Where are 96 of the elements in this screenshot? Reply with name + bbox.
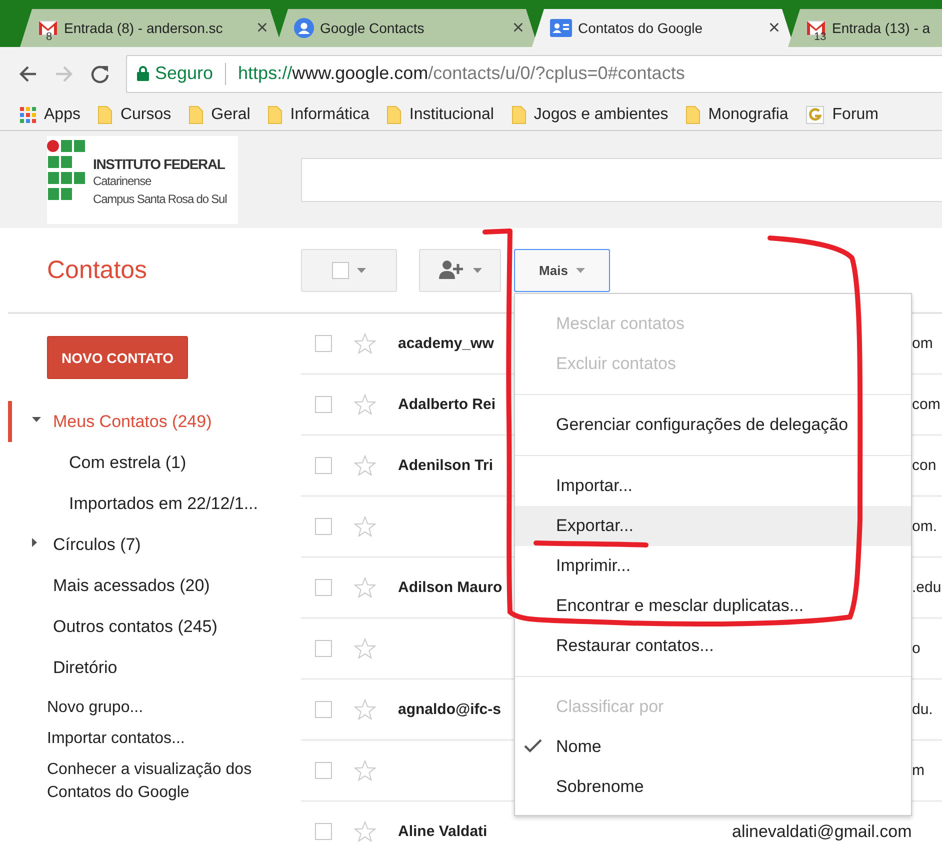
contact-name: academy_ww [398, 335, 494, 352]
sidebar-item[interactable]: Meus Contatos (249) [8, 401, 300, 442]
url-text: https://www.google.com/contacts/u/0/?cplus=0#contacts [238, 63, 685, 84]
folder-icon [686, 106, 700, 124]
checkbox[interactable] [315, 579, 332, 596]
contact-email: .edu [912, 579, 942, 596]
page-title: Contatos [46, 256, 148, 284]
folder-icon [387, 106, 402, 124]
bookmark[interactable]: Forum [806, 106, 879, 124]
sidebar-item[interactable]: Com estrela (1) [8, 442, 300, 483]
back-arrow-icon[interactable] [18, 64, 38, 84]
bookmark[interactable]: Institucional [387, 106, 494, 124]
sidebar-link[interactable]: Conhecer a visualização dos Contatos do Google [47, 758, 277, 804]
checkbox[interactable] [315, 762, 332, 779]
contact-email: om. [912, 518, 938, 535]
contact-name: Adalberto Rei [398, 396, 496, 413]
more-button[interactable]: Mais [514, 248, 610, 292]
menu-option[interactable]: Nome [515, 727, 911, 767]
menu-heading: Classificar por [555, 696, 665, 718]
menu-option[interactable]: Sobrenome [515, 767, 911, 807]
add-contact-button[interactable] [419, 248, 501, 292]
unread-count-label: 8 [46, 31, 52, 43]
select-menu-button[interactable] [301, 248, 397, 292]
new-contact-button[interactable]: NOVO CONTATO [47, 336, 188, 379]
star-icon[interactable] [354, 455, 376, 476]
checkbox[interactable] [315, 701, 332, 718]
menu-item[interactable]: Importar... [515, 466, 911, 506]
folder-icon [98, 106, 112, 124]
apps-grid-icon [20, 107, 36, 123]
security-label: Seguro [155, 63, 214, 84]
contact-card-icon [550, 19, 572, 37]
contact-email: om [912, 335, 933, 352]
contact-name: agnaldo@ifc-s [398, 701, 501, 718]
browser-tab[interactable]: 13 Entrada (13) - a [788, 9, 942, 47]
menu-item[interactable]: Restaurar contatos... [515, 626, 911, 666]
logo-title: INSTITUTO FEDERAL [93, 156, 226, 172]
checkbox[interactable] [315, 518, 332, 535]
checkbox[interactable] [332, 262, 349, 278]
person-icon [294, 18, 314, 38]
contact-email: com [912, 396, 940, 413]
bookmark[interactable]: Cursos [98, 106, 172, 124]
contact-email: con [912, 457, 936, 474]
folder-icon [512, 106, 526, 124]
bookmark[interactable]: Monografia [686, 106, 788, 124]
checkbox[interactable] [315, 457, 332, 474]
contact-name: Adilson Mauro [398, 579, 502, 596]
bookmark[interactable]: Informática [268, 106, 370, 124]
star-icon[interactable] [354, 516, 376, 537]
menu-item[interactable]: Encontrar e mesclar duplicatas... [515, 586, 911, 626]
sidebar-item[interactable]: Mais acessados (20) [8, 565, 300, 606]
logo-subtitle: Campus Santa Rosa do Sul [93, 190, 227, 208]
menu-item[interactable]: Exportar... [515, 506, 911, 546]
sidebar-link[interactable]: Importar contatos... [47, 727, 277, 750]
lock-icon [137, 66, 149, 81]
sidebar-item[interactable]: Importados em 22/12/1... [8, 483, 300, 524]
contact-email: m [912, 762, 924, 779]
star-icon[interactable] [354, 638, 376, 659]
checkbox[interactable] [315, 823, 332, 840]
bookmark[interactable]: Jogos e ambientes [512, 106, 668, 124]
star-icon[interactable] [354, 333, 376, 354]
search-field[interactable] [301, 158, 942, 202]
sidebar-item[interactable]: Diretório [8, 647, 300, 688]
bookmark[interactable]: Geral [189, 106, 250, 124]
close-icon[interactable]: × [768, 16, 780, 40]
sidebar-link[interactable]: Novo grupo... [47, 696, 277, 719]
close-icon[interactable]: × [512, 16, 524, 40]
star-icon[interactable] [354, 699, 376, 720]
star-icon[interactable] [354, 760, 376, 781]
reload-icon[interactable] [90, 64, 110, 84]
bookmark[interactable]: Apps [20, 106, 80, 124]
checkbox[interactable] [315, 396, 332, 413]
unread-count-label: 13 [814, 31, 826, 43]
contact-name: Aline Valdati [398, 823, 488, 840]
contact-email: alinevaldati@gmail.com [732, 822, 912, 842]
sidebar-item[interactable]: Círculos (7) [8, 524, 300, 565]
folder-icon [268, 106, 282, 124]
menu-item[interactable]: Gerenciar configurações de delegação [515, 405, 911, 445]
contact-email: o [912, 640, 920, 657]
star-icon[interactable] [354, 577, 376, 598]
caret-icon [357, 268, 366, 272]
star-icon[interactable] [354, 821, 376, 842]
address-bar[interactable]: Seguro https://www.google.com/contacts/u/0/?cplus=0#contacts [126, 54, 942, 92]
menu-item[interactable]: Imprimir... [515, 546, 911, 586]
add-person-icon [438, 260, 464, 280]
caret-icon [576, 268, 585, 272]
site-icon [806, 106, 824, 124]
checkbox[interactable] [315, 335, 332, 352]
sidebar-item[interactable]: Outros contatos (245) [8, 606, 300, 647]
contact-name: Adenilson Tri [398, 457, 494, 474]
close-icon[interactable]: × [256, 16, 268, 40]
folder-icon [189, 106, 204, 124]
logo-subtitle: Catarinense [93, 172, 152, 190]
checkbox[interactable] [315, 640, 332, 657]
contact-email: du. [912, 701, 933, 718]
caret-icon [472, 268, 482, 272]
star-icon[interactable] [354, 394, 376, 415]
